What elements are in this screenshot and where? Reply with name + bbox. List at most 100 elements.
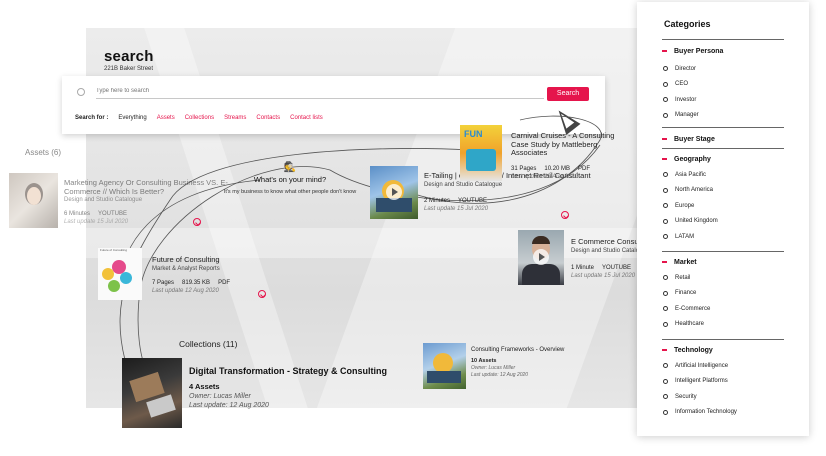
collection-asset-count: 4 Assets — [189, 382, 220, 391]
radio-icon — [663, 187, 668, 193]
asset-format: PDF — [578, 165, 591, 172]
radio-icon — [663, 81, 668, 87]
collection-thumbnail[interactable] — [423, 343, 466, 389]
divider — [662, 148, 784, 149]
radio-icon — [663, 363, 668, 369]
category-group-technology: Technology Artificial Intelligence Intel… — [662, 339, 784, 420]
asset-card[interactable]: Carnival Cruises - A Consulting Case Stu… — [511, 131, 633, 180]
asset-size: 10.20 MB — [544, 165, 571, 172]
asset-size: 819.35 KB — [182, 279, 211, 286]
category-group-header[interactable]: Buyer Persona — [662, 46, 784, 56]
asset-format: PDF — [218, 279, 231, 286]
asset-thumbnail[interactable]: FUN — [460, 125, 502, 181]
radio-icon — [663, 275, 668, 281]
category-option-asia-pacific[interactable]: Asia Pacific — [663, 167, 784, 183]
collection-asset-count: 10 Assets — [471, 358, 497, 364]
radio-icon — [663, 290, 668, 296]
category-option-intelligent-platforms[interactable]: Intelligent Platforms — [663, 374, 784, 390]
asset-title: Carnival Cruises - A Consulting Case Stu… — [511, 131, 615, 158]
dash-icon — [662, 50, 667, 52]
divider — [662, 127, 784, 128]
radio-icon — [663, 112, 668, 118]
play-icon[interactable] — [533, 249, 549, 265]
categories-panel: Categories Buyer Persona Director CEO In… — [637, 2, 809, 436]
asset-thumbnail[interactable] — [9, 173, 58, 228]
asset-duration: 1 Minute — [571, 264, 595, 271]
dash-icon — [662, 349, 667, 351]
divider — [662, 39, 784, 40]
category-option-united-kingdom[interactable]: United Kingdom — [663, 214, 784, 230]
radio-icon — [663, 66, 668, 72]
asset-updated: Last update 15 Jul 2020 — [424, 205, 489, 212]
asset-updated: Last update 12 Aug 2020 — [152, 287, 219, 294]
category-option-artificial-intelligence[interactable]: Artificial Intelligence — [663, 358, 784, 374]
category-option-europe[interactable]: Europe — [663, 198, 784, 214]
category-option-security[interactable]: Security — [663, 389, 784, 405]
radio-icon — [663, 394, 668, 400]
collection-updated: Last update: 12 Aug 2020 — [471, 372, 529, 378]
favorite-icon[interactable] — [561, 211, 569, 219]
radio-icon — [663, 203, 668, 209]
asset-thumbnail[interactable]: Future of Consulting — [98, 248, 142, 300]
collection-title: Consulting Frameworks - Overview — [471, 347, 565, 353]
asset-source: YOUTUBE — [98, 211, 128, 218]
category-option-investor[interactable]: Investor — [663, 92, 784, 108]
category-group-header[interactable]: Buyer Stage — [662, 134, 784, 144]
category-group-market: Market Retail Finance E-Commerce Healthc… — [662, 251, 784, 332]
category-option-information-technology[interactable]: Information Technology — [663, 405, 784, 421]
collection-updated: Last update: 12 Aug 2020 — [189, 402, 269, 409]
asset-subtitle: Design and Studio Catalogue — [64, 197, 143, 204]
category-group-header[interactable]: Geography — [662, 154, 784, 164]
category-group-geography: Geography Asia Pacific North America Eur… — [662, 148, 784, 245]
asset-subtitle: Market & Analyst Reports — [152, 265, 220, 272]
dash-icon — [662, 158, 667, 160]
collection-title: Digital Transformation - Strategy & Cons… — [189, 366, 388, 376]
play-icon[interactable] — [386, 184, 402, 200]
asset-updated: Last update 15 Jul 2020 — [64, 219, 129, 226]
asset-title: Future of Consulting — [152, 255, 220, 264]
asset-card[interactable]: Marketing Agency Or Consulting Business … — [64, 178, 234, 226]
radio-icon — [663, 378, 668, 384]
asset-pages: 31 Pages — [511, 165, 537, 172]
category-option-latam[interactable]: LATAM — [663, 229, 784, 245]
dash-icon — [662, 261, 667, 263]
asset-subtitle: Design and Studio Catalogue — [424, 181, 503, 188]
favorite-icon[interactable] — [258, 290, 266, 298]
divider — [662, 251, 784, 252]
radio-icon — [663, 306, 668, 312]
category-option-ceo[interactable]: CEO — [663, 77, 784, 93]
category-group-buyer-persona: Buyer Persona Director CEO Investor Mana… — [662, 39, 784, 123]
category-group-header[interactable]: Market — [662, 257, 784, 267]
category-option-healthcare[interactable]: Healthcare — [663, 317, 784, 333]
category-option-retail[interactable]: Retail — [663, 270, 784, 286]
collections-count-label: Collections (11) — [179, 339, 238, 349]
radio-icon — [663, 218, 668, 224]
thumbnail-caption: Future of Consulting — [100, 248, 128, 252]
category-group-header[interactable]: Technology — [662, 345, 784, 355]
category-option-north-america[interactable]: North America — [663, 183, 784, 199]
categories-title: Categories — [664, 19, 711, 29]
asset-pages: 7 Pages — [152, 279, 175, 286]
assets-count-label: Assets (6) — [25, 148, 62, 157]
asset-source: YOUTUBE — [458, 197, 488, 204]
mind-subtitle: It's my business to know what other peop… — [223, 189, 357, 195]
category-option-e-commerce[interactable]: E-Commerce — [663, 301, 784, 317]
category-group-buyer-stage: Buyer Stage — [662, 127, 784, 144]
collection-thumbnail[interactable] — [122, 358, 182, 428]
collection-owner: Owner: Lucas Miller — [189, 393, 251, 400]
radio-icon — [663, 321, 668, 327]
favorite-icon[interactable] — [193, 218, 201, 226]
asset-duration: 6 Minutes — [64, 211, 91, 218]
category-option-finance[interactable]: Finance — [663, 286, 784, 302]
dash-icon — [662, 138, 667, 140]
radio-icon — [663, 409, 668, 415]
category-option-director[interactable]: Director — [663, 61, 784, 77]
radio-icon — [663, 97, 668, 103]
collection-card[interactable]: Consulting Frameworks - Overview 10 Asse… — [471, 347, 611, 378]
category-option-manager[interactable]: Manager — [663, 108, 784, 124]
collection-card[interactable]: Digital Transformation - Strategy & Cons… — [189, 366, 399, 409]
mind-question: What's on your mind? — [253, 175, 327, 184]
spy-icon: 🕵 — [283, 162, 297, 173]
asset-card[interactable]: Future of Consulting Market & Analyst Re… — [152, 255, 272, 294]
asset-title: Marketing Agency Or Consulting Business … — [64, 178, 228, 196]
